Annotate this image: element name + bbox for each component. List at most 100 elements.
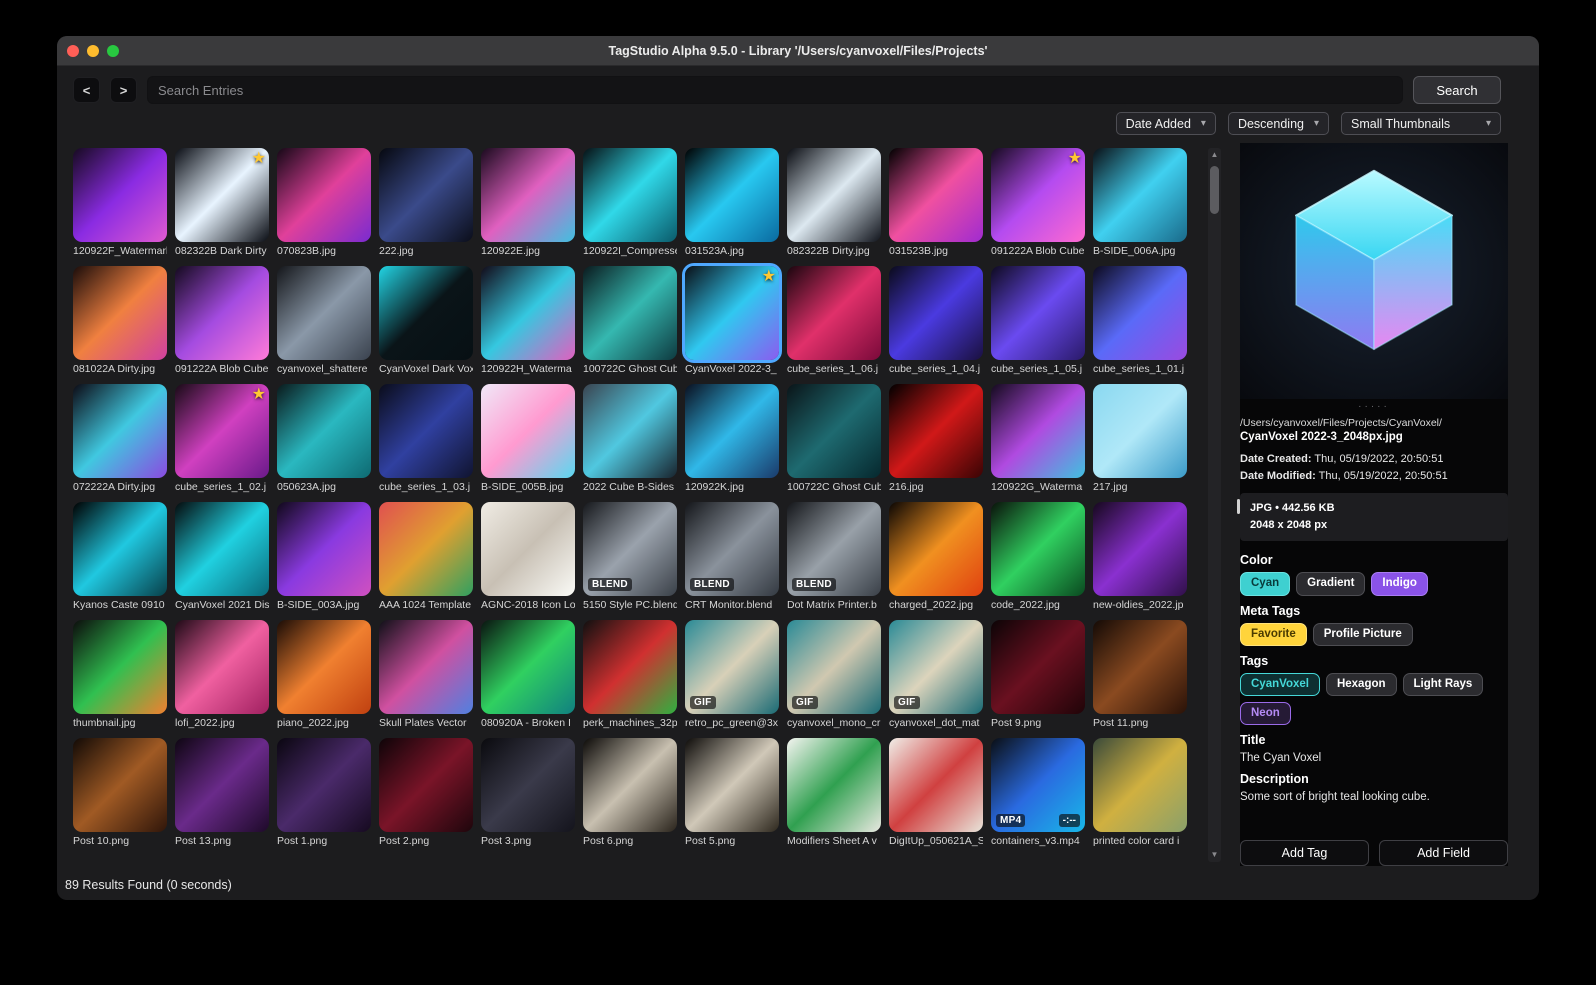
grid-item[interactable]: 100722C Ghost Cub (787, 384, 881, 493)
scroll-up-icon[interactable]: ▲ (1211, 148, 1219, 162)
grid-item[interactable]: 222.jpg (379, 148, 473, 257)
grid-item[interactable]: 2022 Cube B-Sides (583, 384, 677, 493)
grid-item[interactable]: 120922K.jpg (685, 384, 779, 493)
thumbnail-image[interactable] (481, 620, 575, 714)
thumbnail-image[interactable]: GIF (889, 620, 983, 714)
grid-item[interactable]: 031523B.jpg (889, 148, 983, 257)
grid-item[interactable]: Post 2.png (379, 738, 473, 847)
grid-item[interactable]: lofi_2022.jpg (175, 620, 269, 729)
grid-item[interactable]: Post 1.png (277, 738, 371, 847)
thumbnail-image[interactable] (889, 738, 983, 832)
grid-item[interactable]: 120922G_Waterma (991, 384, 1085, 493)
grid-item[interactable]: MP4 -:-- containers_v3.mp4 (991, 738, 1085, 847)
grid-item[interactable]: B-SIDE_006A.jpg (1093, 148, 1187, 257)
minimize-button[interactable] (87, 44, 99, 57)
thumbnail-image[interactable] (1093, 384, 1187, 478)
thumbnail-image[interactable] (481, 384, 575, 478)
grid-item[interactable]: cube_series_1_01.j (1093, 266, 1187, 375)
grid-item[interactable]: Post 9.png (991, 620, 1085, 729)
grid-item[interactable]: Post 3.png (481, 738, 575, 847)
thumbnail-image[interactable] (277, 266, 371, 360)
thumbnail-image[interactable] (73, 266, 167, 360)
grid-item[interactable]: B-SIDE_005B.jpg (481, 384, 575, 493)
scrollbar-track[interactable] (1208, 162, 1221, 848)
grid-item[interactable]: perk_machines_32p (583, 620, 677, 729)
grid-item[interactable]: Modifiers Sheet A v (787, 738, 881, 847)
thumbnail-image[interactable] (889, 148, 983, 242)
forward-button[interactable]: > (110, 77, 137, 103)
grid-item[interactable]: B-SIDE_003A.jpg (277, 502, 371, 611)
color-tag-pill[interactable]: Gradient (1296, 572, 1366, 596)
tag-pill[interactable]: Neon (1240, 702, 1291, 726)
thumbnail-image[interactable] (787, 738, 881, 832)
thumbnail-image[interactable] (889, 266, 983, 360)
thumbnail-image[interactable] (379, 266, 473, 360)
grid-item[interactable]: 120922H_Waterma (481, 266, 575, 375)
thumbnail-image[interactable] (73, 502, 167, 596)
grid-item[interactable]: ★ 082322B Dark Dirty (175, 148, 269, 257)
grid-item[interactable]: 120922F_Watermark (73, 148, 167, 257)
thumbnail-image[interactable] (991, 266, 1085, 360)
grid-item[interactable]: 216.jpg (889, 384, 983, 493)
grid-item[interactable]: BLEND 5150 Style PC.blend (583, 502, 677, 611)
thumbnail-image[interactable] (889, 384, 983, 478)
back-button[interactable]: < (73, 77, 100, 103)
search-input[interactable] (147, 76, 1403, 104)
thumbnail-image[interactable]: BLEND (787, 502, 881, 596)
meta-tag-pill[interactable]: Favorite (1240, 622, 1307, 646)
grid-item[interactable]: Skull Plates Vector (379, 620, 473, 729)
grid-item[interactable]: GIF retro_pc_green@3x (685, 620, 779, 729)
grid-item[interactable]: Post 6.png (583, 738, 677, 847)
thumbnail-image[interactable] (175, 620, 269, 714)
thumbnail-image[interactable]: ★ (991, 148, 1085, 242)
thumbnail-image[interactable] (685, 384, 779, 478)
panel-drag-handle[interactable]: ····· (1240, 402, 1508, 412)
grid-item[interactable]: ★ CyanVoxel 2022-3_ (685, 266, 779, 375)
grid-item[interactable]: 081022A Dirty.jpg (73, 266, 167, 375)
grid-item[interactable]: BLEND Dot Matrix Printer.b (787, 502, 881, 611)
grid-item[interactable]: charged_2022.jpg (889, 502, 983, 611)
thumbnail-image[interactable] (583, 738, 677, 832)
sort-field-dropdown[interactable]: Date Added ▾ (1115, 112, 1216, 135)
grid-item[interactable]: 072222A Dirty.jpg (73, 384, 167, 493)
grid-item[interactable]: 091222A Blob Cube (175, 266, 269, 375)
grid-item[interactable]: CyanVoxel Dark Vox (379, 266, 473, 375)
thumbnail-image[interactable]: BLEND (685, 502, 779, 596)
grid-item[interactable]: 070823B.jpg (277, 148, 371, 257)
add-field-button[interactable]: Add Field (1379, 840, 1508, 866)
grid-item[interactable]: cube_series_1_03.j (379, 384, 473, 493)
thumbnail-image[interactable] (379, 384, 473, 478)
title-value[interactable]: The Cyan Voxel (1240, 752, 1508, 764)
grid-item[interactable]: 217.jpg (1093, 384, 1187, 493)
thumbnail-image[interactable] (379, 620, 473, 714)
thumbnail-image[interactable] (583, 620, 677, 714)
grid-item[interactable]: piano_2022.jpg (277, 620, 371, 729)
grid-item[interactable]: ★ cube_series_1_02.j (175, 384, 269, 493)
thumbnail-image[interactable] (277, 620, 371, 714)
scrollbar-thumb[interactable] (1210, 166, 1219, 214)
scroll-down-icon[interactable]: ▼ (1211, 848, 1219, 862)
thumbnail-image[interactable] (991, 502, 1085, 596)
thumbnail-size-dropdown[interactable]: Small Thumbnails ▾ (1341, 112, 1501, 135)
add-tag-button[interactable]: Add Tag (1240, 840, 1369, 866)
thumbnail-image[interactable] (1093, 738, 1187, 832)
color-tag-pill[interactable]: Cyan (1240, 572, 1291, 596)
grid-item[interactable]: GIF cyanvoxel_mono_cr (787, 620, 881, 729)
fields-scrollbar-thumb[interactable] (1237, 499, 1240, 515)
grid-item[interactable]: AAA 1024 Template (379, 502, 473, 611)
thumbnail-image[interactable] (583, 384, 677, 478)
sort-order-dropdown[interactable]: Descending ▾ (1227, 112, 1329, 135)
thumbnail-image[interactable] (175, 502, 269, 596)
grid-item[interactable]: 050623A.jpg (277, 384, 371, 493)
grid-item[interactable]: 100722C Ghost Cub (583, 266, 677, 375)
grid-item[interactable]: cube_series_1_05.j (991, 266, 1085, 375)
grid-scrollbar[interactable]: ▲ ▼ (1208, 148, 1221, 862)
grid-item[interactable]: Post 11.png (1093, 620, 1187, 729)
grid-item[interactable]: AGNC-2018 Icon Lo (481, 502, 575, 611)
grid-item[interactable]: 080920A - Broken I (481, 620, 575, 729)
thumbnail-image[interactable] (379, 502, 473, 596)
meta-tag-pill[interactable]: Profile Picture (1312, 622, 1413, 646)
thumbnail-image[interactable] (277, 148, 371, 242)
thumbnail-image[interactable] (1093, 620, 1187, 714)
grid-item[interactable]: GIF cyanvoxel_dot_mat (889, 620, 983, 729)
